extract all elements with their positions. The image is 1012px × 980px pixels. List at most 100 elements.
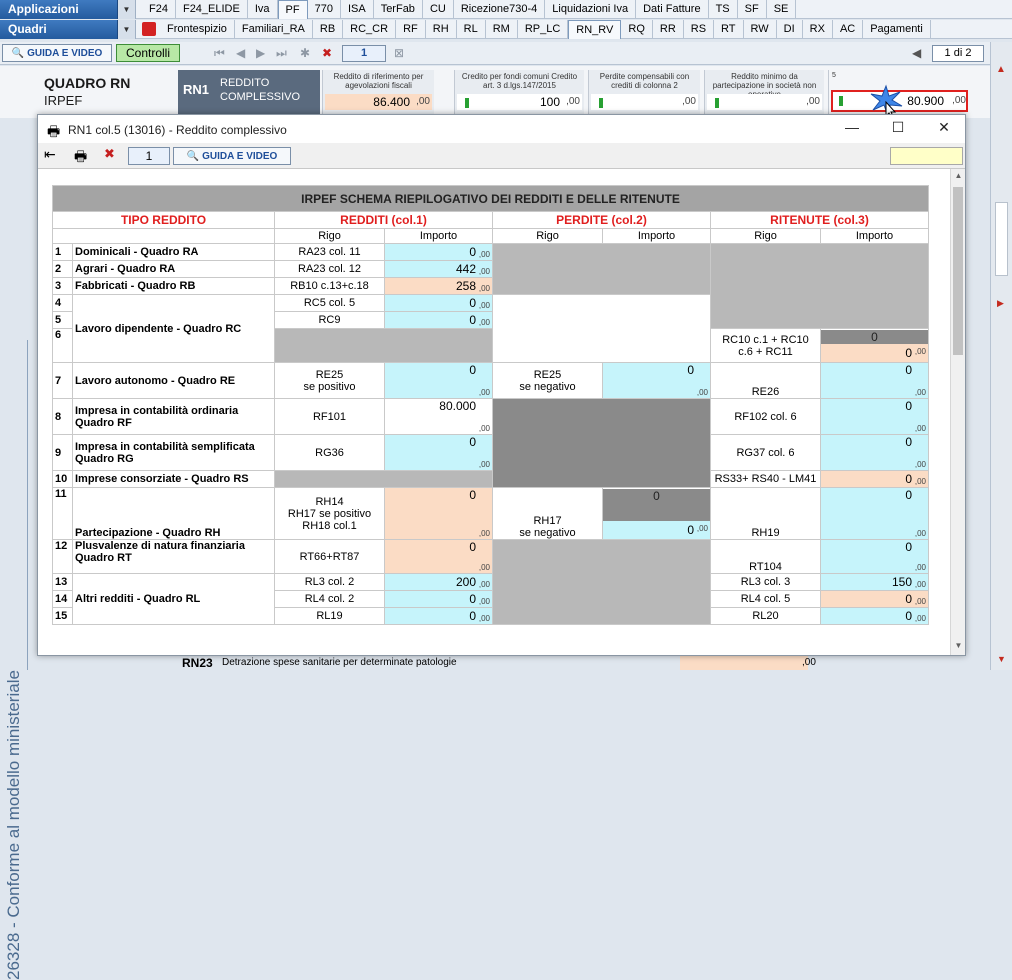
app-tab-ts[interactable]: TS [709,0,738,19]
app-tab-sf[interactable]: SF [738,0,767,19]
dialog-guida-video-button[interactable]: 🔍 GUIDA E VIDEO [173,147,291,165]
rn1-code: RN1 [183,82,210,97]
pdf-icon[interactable] [142,22,156,36]
chevron-down-icon[interactable]: ▼ [118,19,136,39]
r3-redditi-input[interactable]: 258,00 [384,277,493,295]
dialog-vertical-scrollbar[interactable]: ▲ ▼ [950,169,965,655]
printer-icon[interactable]: 🖶 [74,146,87,170]
quadro-tab-di[interactable]: DI [777,19,803,39]
app-tab-cu[interactable]: CU [423,0,454,19]
delete-record-icon[interactable]: ✖ [322,46,332,60]
table-row: 10 Imprese consorziate - Quadro RS RS33+… [52,470,929,488]
dialog-record-input[interactable]: 1 [128,147,170,165]
scroll-up-icon[interactable]: ▲ [996,64,1006,75]
app-tab-770[interactable]: 770 [308,0,341,19]
r13-ritenute-input[interactable]: 150,00 [820,573,929,591]
record-number-input[interactable]: 1 [342,45,386,62]
controlli-button[interactable]: Controlli [116,44,180,62]
scroll-thumb[interactable] [953,187,963,355]
r12-redditi-input[interactable]: 0,00 [384,539,493,574]
app-tab-pf[interactable]: PF [277,0,308,19]
quadro-tab-rr[interactable]: RR [653,19,684,39]
rn1-label-box: RN1 REDDITO COMPLESSIVO [178,70,320,114]
table-row: 9 Impresa in contabilità semplificata Qua… [52,434,929,471]
quadro-tab-rs[interactable]: RS [684,19,715,39]
rn1-col4-input[interactable] [707,94,822,110]
scroll-thumb[interactable] [995,202,1008,276]
quadro-tab-pagamenti[interactable]: Pagamenti [863,19,931,39]
r1-redditi-input[interactable]: 0,00 [384,243,493,261]
guida-video-button[interactable]: 🔍 GUIDA E VIDEO [2,44,112,62]
delete-all-icon[interactable]: ⊠ [394,46,404,60]
quadro-tab-rw[interactable]: RW [744,19,777,39]
r5-redditi-input[interactable]: 0,00 [384,311,493,329]
r15-redditi-input[interactable]: 0,00 [384,607,493,625]
next-record-icon[interactable]: ▶ [256,46,265,60]
scroll-up-icon[interactable]: ▲ [951,171,965,180]
quadro-tab-rc-cr[interactable]: RC_CR [343,19,397,39]
r12-ritenute-input[interactable]: 0,00 [820,539,929,574]
quadro-tab-rx[interactable]: RX [803,19,833,39]
app-tab-f24[interactable]: F24 [142,0,176,19]
section-redditi: REDDITI (col.1) [274,211,493,229]
app-tab-ricezione730-4[interactable]: Ricezione730-4 [454,0,546,19]
delete-icon[interactable]: ✖ [104,146,115,162]
quadro-tab-rq[interactable]: RQ [621,19,653,39]
quadro-tab-rn-rv[interactable]: RN_RV [568,19,622,39]
app-tab-iva[interactable]: Iva [248,0,278,19]
r11-ritenute-input[interactable]: 0,00 [820,487,929,540]
r13-redditi-input[interactable]: 200,00 [384,573,493,591]
quadro-tab-ac[interactable]: AC [833,19,864,39]
r7-redditi-input[interactable]: 0,00 [384,362,493,399]
scroll-right-icon[interactable]: ▶ [997,298,1004,309]
quadro-tab-rm[interactable]: RM [486,19,518,39]
r11-redditi-input[interactable]: 0,00 [384,487,493,540]
r9-redditi-input[interactable]: 0,00 [384,434,493,471]
scroll-down-icon[interactable]: ▼ [951,641,965,650]
new-record-icon[interactable]: ✱ [300,46,310,60]
quadro-tab-rl[interactable]: RL [457,19,486,39]
first-record-icon[interactable]: ⏮ [214,46,225,61]
minimize-button[interactable]: — [838,119,866,139]
quadro-tab-familiari-ra[interactable]: Familiari_RA [235,19,313,39]
r14-ritenute-input[interactable]: 0,00 [820,590,929,608]
rn1-col2-input[interactable]: 100 [457,94,582,110]
r8-ritenute-input[interactable]: 0,00 [820,398,929,435]
quadri-label[interactable]: Quadri [0,19,118,39]
last-record-icon[interactable]: ⏭ [276,46,287,61]
app-tab-se[interactable]: SE [767,0,797,19]
r14-redditi-input[interactable]: 0,00 [384,590,493,608]
r8-redditi-input[interactable]: 80.000,00 [384,398,493,435]
quadro-tab-rh[interactable]: RH [426,19,457,39]
r4-redditi-input[interactable]: 0,00 [384,294,493,312]
close-button[interactable]: ✕ [930,119,958,139]
r6-ritenute-input[interactable]: 0,00 [821,343,928,362]
r7-perdite-input[interactable]: 0,00 [602,362,711,399]
quadro-tab-frontespizio[interactable]: Frontespizio [160,19,235,39]
scroll-down-icon[interactable]: ▼ [997,654,1006,664]
prev-record-icon[interactable]: ◀ [236,46,245,60]
app-tab-dati-fatture[interactable]: Dati Fatture [636,0,709,19]
applications-label[interactable]: Applicazioni [0,0,118,19]
quadro-tab-rp-lc[interactable]: RP_LC [518,19,569,39]
quadro-tab-rf[interactable]: RF [396,19,426,39]
r15-ritenute-input[interactable]: 0,00 [820,607,929,625]
r10-ritenute-input[interactable]: 0,00 [820,470,929,488]
r7-ritenute-input[interactable]: 0,00 [820,362,929,399]
r9-ritenute-input[interactable]: 0,00 [820,434,929,471]
maximize-button[interactable]: ☐ [884,119,912,139]
prev-page-icon[interactable]: ◀ [912,46,921,60]
table-row: 8 Impresa in contabilità ordinaria Quadro… [52,398,929,488]
r2-redditi-input[interactable]: 442,00 [384,260,493,278]
app-tab-f24-elide[interactable]: F24_ELIDE [176,0,248,19]
app-tab-liquidazioni-iva[interactable]: Liquidazioni Iva [545,0,637,19]
r11-perdite-input[interactable]: 0,00 [603,520,710,539]
r11-perdite-readonly: 0 [603,488,710,521]
chevron-down-icon[interactable]: ▼ [118,0,136,19]
exit-icon[interactable]: ⇤ [44,146,56,163]
app-tab-isa[interactable]: ISA [341,0,374,19]
quadro-tab-rb[interactable]: RB [313,19,344,39]
app-tab-terfab[interactable]: TerFab [374,0,423,19]
rn23-input[interactable] [680,656,808,670]
quadro-tab-rt[interactable]: RT [714,19,744,39]
